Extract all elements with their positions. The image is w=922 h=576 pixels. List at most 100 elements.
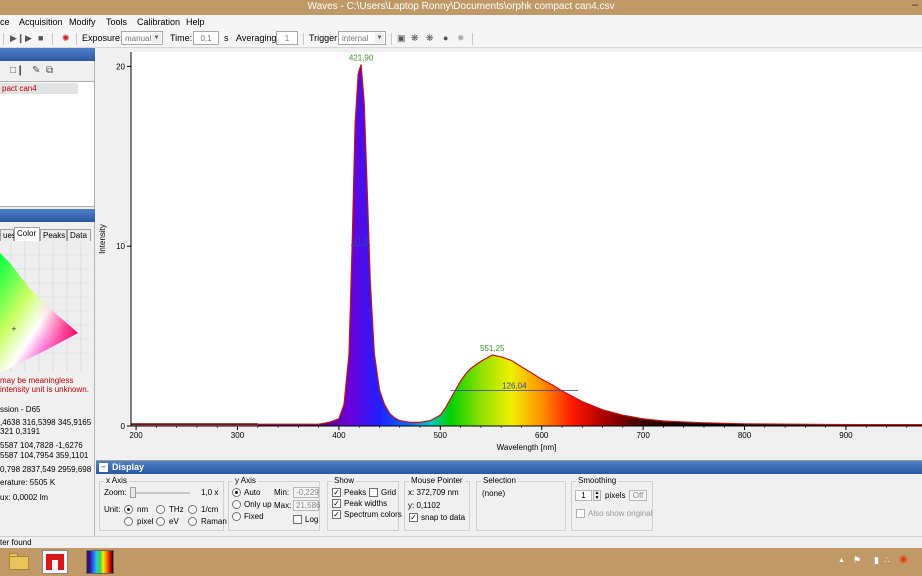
snap-checkbox[interactable]: ✓: [409, 513, 418, 522]
peak-label: 551,25: [480, 344, 505, 353]
smoothing-title: Smoothing: [576, 476, 619, 485]
menu-help[interactable]: Help: [186, 17, 205, 27]
title-bar: Waves - C:\Users\Laptop Ronny\Documents\…: [0, 0, 922, 15]
min-input[interactable]: -0,229: [293, 487, 319, 498]
pixels-label: pixels: [605, 491, 626, 500]
trigger-label: Trigger:: [309, 33, 340, 43]
battery-icon[interactable]: ▮: [874, 555, 879, 566]
record-icon[interactable]: ●: [443, 33, 448, 43]
tray-chevron-icon[interactable]: ▲: [838, 557, 845, 564]
show-title: Show: [332, 476, 357, 485]
unit-raman-radio[interactable]: [188, 517, 197, 526]
zoom-track: [130, 492, 190, 494]
status-text: ter found: [0, 538, 32, 547]
unit-1cm-radio[interactable]: [188, 505, 197, 514]
y-auto-radio[interactable]: [232, 488, 241, 497]
unit-nm-label: nm: [137, 505, 149, 514]
file-item[interactable]: pact can4: [0, 83, 78, 94]
x-tick-label: 300: [231, 431, 245, 440]
exposure-value: manual: [125, 34, 152, 43]
toolbar-separator: [472, 33, 473, 45]
light-on-icon[interactable]: ❋: [411, 33, 419, 44]
also-show-original-checkbox[interactable]: [576, 509, 585, 518]
y-tick-label: 0: [121, 422, 126, 431]
menu-tools[interactable]: Tools: [106, 17, 127, 27]
wifi-icon[interactable]: ∴: [884, 555, 890, 566]
unit-pixel-radio[interactable]: [124, 517, 133, 526]
color-row-5: 0,798 2837,549 2959,698: [0, 465, 92, 474]
x-tick-label: 500: [434, 431, 448, 440]
unit-thz-label: THz: [169, 505, 184, 514]
flag-icon[interactable]: ⚑: [853, 555, 861, 566]
unit-label: Unit:: [104, 505, 121, 514]
menu-acquisition[interactable]: Acquisition: [19, 17, 63, 27]
smoothing-input[interactable]: 1: [575, 490, 592, 501]
play-icon[interactable]: ▶: [25, 33, 32, 44]
y-onlyup-radio[interactable]: [232, 500, 241, 509]
unit-thz-radio[interactable]: [156, 505, 165, 514]
tab-values[interactable]: ues: [0, 229, 16, 241]
file-tools-icon[interactable]: □❙: [10, 65, 24, 76]
menu-calibration[interactable]: Calibration: [137, 17, 180, 27]
peak-widths-checkbox[interactable]: ✓: [332, 499, 341, 508]
max-input[interactable]: 21,586: [293, 500, 320, 511]
menu-source[interactable]: ce: [0, 17, 10, 27]
x-axis-label: Wavelength [nm]: [497, 443, 557, 452]
x-tick-label: 200: [129, 431, 143, 440]
minimize-button[interactable]: –: [912, 0, 918, 11]
unit-ev-radio[interactable]: [156, 517, 165, 526]
color-row-3: 5587 104,7828 -1,6276: [0, 441, 83, 450]
y-fixed-radio[interactable]: [232, 512, 241, 521]
toolbar-separator: [76, 33, 77, 45]
color-temperature: erature: 5505 K: [0, 478, 56, 487]
files-header: [0, 48, 95, 61]
selection-title: Selection: [481, 476, 518, 485]
settings-icon[interactable]: ✹: [457, 33, 465, 44]
grid-checkbox[interactable]: [369, 488, 378, 497]
tab-color[interactable]: Color: [14, 227, 40, 241]
exposure-select[interactable]: manual ▼: [121, 31, 163, 45]
averaging-input[interactable]: 1: [276, 31, 298, 45]
copy-icon[interactable]: ⧉: [46, 65, 53, 76]
volume-icon[interactable]: ◉: [899, 554, 908, 565]
time-input[interactable]: 0,1: [193, 31, 219, 45]
y-axis-group: y Axis Auto Only up Fixed Min: -0,229 Ma…: [228, 476, 320, 531]
x-tick-label: 600: [535, 431, 549, 440]
spectrum-colors-checkbox[interactable]: ✓: [332, 510, 341, 519]
unit-nm-radio[interactable]: [124, 505, 133, 514]
unit-1cm-label: 1/cm: [201, 505, 219, 514]
folder-icon[interactable]: [6, 550, 32, 574]
app-waves-icon[interactable]: [42, 550, 68, 574]
status-bar: ter found: [0, 536, 922, 548]
step-play-icon[interactable]: ▶❙: [10, 33, 24, 44]
spectrum-app-icon[interactable]: [86, 550, 114, 574]
y-auto-label: Auto: [244, 488, 261, 497]
log-checkbox[interactable]: [293, 515, 302, 524]
zoom-slider[interactable]: [130, 487, 136, 498]
y-axis-label: Intensity: [98, 224, 107, 254]
display-header[interactable]: – Display: [96, 461, 922, 474]
edit-icon[interactable]: ✎: [32, 65, 40, 76]
smoothing-spinner[interactable]: ▲ ▼: [593, 490, 601, 501]
time-label: Time:: [170, 33, 193, 43]
spectrum-plot[interactable]: 200 300 400 500 600 700 800 900 0 10 20 421,90 551,…: [96, 48, 922, 460]
save-icon[interactable]: ▣: [397, 33, 406, 44]
spectrum-icon[interactable]: ✺: [62, 33, 70, 44]
menu-modify[interactable]: Modify: [69, 17, 96, 27]
selection-group: Selection (none): [476, 476, 566, 531]
light-off-icon[interactable]: ❋: [426, 33, 434, 44]
display-title: Display: [112, 462, 145, 472]
tab-data[interactable]: Data: [67, 229, 91, 241]
illuminant-label: ssion - D65: [0, 405, 41, 414]
peaks-checkbox[interactable]: ✓: [332, 488, 341, 497]
smoothing-off-button[interactable]: Off: [629, 490, 647, 501]
x-tick-label: 900: [839, 431, 853, 440]
collapse-icon[interactable]: –: [99, 463, 108, 472]
file-list[interactable]: pact can4: [0, 81, 95, 207]
mouse-pointer-title: Mouse Pointer: [409, 476, 465, 485]
stop-icon[interactable]: ■: [38, 33, 43, 43]
white-point-marker: +: [11, 325, 17, 333]
trigger-value: internal: [342, 34, 369, 43]
trigger-select[interactable]: internal ▼: [338, 31, 386, 45]
tab-peaks[interactable]: Peaks: [40, 229, 67, 241]
